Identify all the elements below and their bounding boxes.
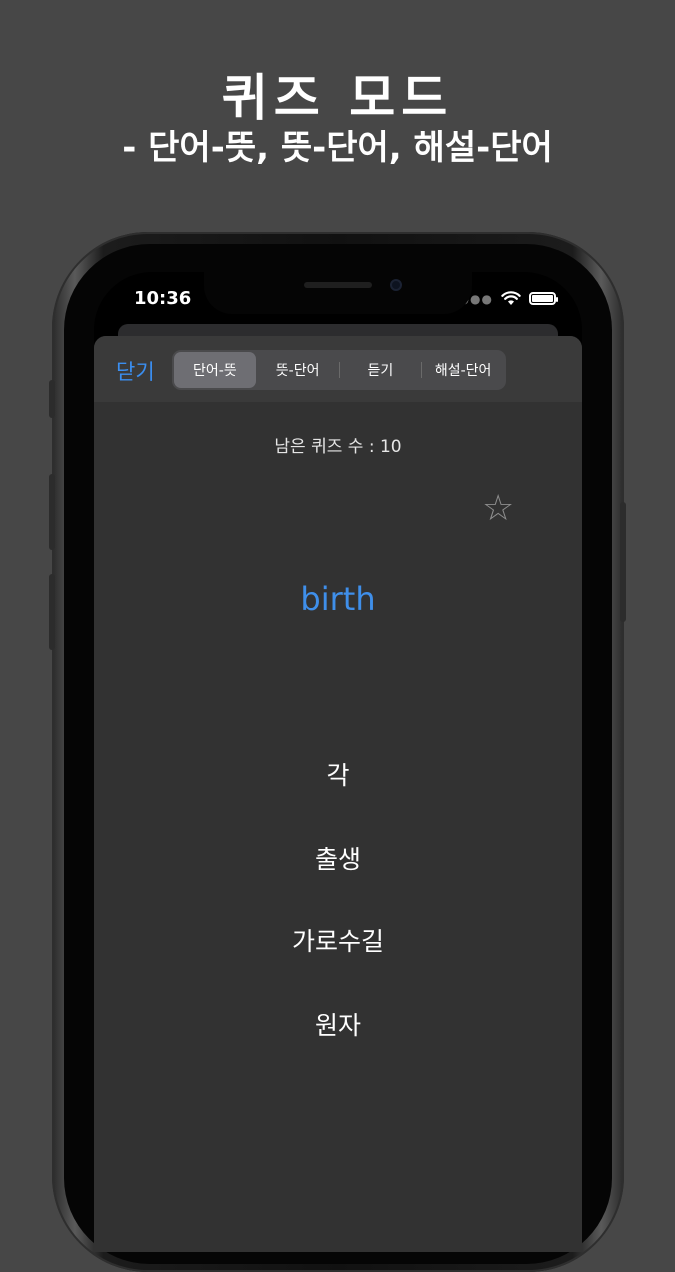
answer-option[interactable]: 원자 [94,1006,582,1042]
remaining-quiz-count: 남은 퀴즈 수 : 10 [274,437,402,457]
tab-word-meaning[interactable]: 단어-뜻 [174,352,256,388]
mute-switch [49,380,55,418]
nav-bar: 닫기 단어-뜻 뜻-단어 듣기 해설-단어 [94,336,582,402]
phone-screen: 10:36 ●●●● 닫기 단어-뜻 뜻-단어 듣기 해설-단어 남은 퀴즈 수… [94,272,582,1252]
quiz-sheet: 닫기 단어-뜻 뜻-단어 듣기 해설-단어 남은 퀴즈 수 : 10 ☆ bir… [94,336,582,1252]
promo-subtitle: - 단어-뜻, 뜻-단어, 해설-단어 [122,128,553,168]
notch [204,272,472,314]
front-camera [390,279,402,291]
quiz-word: birth [300,580,376,618]
mode-segmented-control: 단어-뜻 뜻-단어 듣기 해설-단어 [172,350,506,390]
volume-down-button [49,574,55,650]
star-outline-icon[interactable]: ☆ [482,488,514,529]
volume-up-button [49,474,55,550]
tab-explanation-word[interactable]: 해설-단어 [422,352,504,388]
close-button[interactable]: 닫기 [116,356,155,386]
battery-icon [529,292,558,305]
speaker-grille [304,282,372,288]
status-time: 10:36 [134,288,192,309]
power-button [620,502,626,622]
tab-meaning-word[interactable]: 뜻-단어 [257,352,339,388]
answer-option[interactable]: 출생 [94,840,582,876]
answer-option[interactable]: 가로수길 [94,922,582,958]
wifi-icon [501,291,521,305]
answer-option[interactable]: 각 [94,756,582,792]
tab-listening[interactable]: 듣기 [340,352,422,388]
